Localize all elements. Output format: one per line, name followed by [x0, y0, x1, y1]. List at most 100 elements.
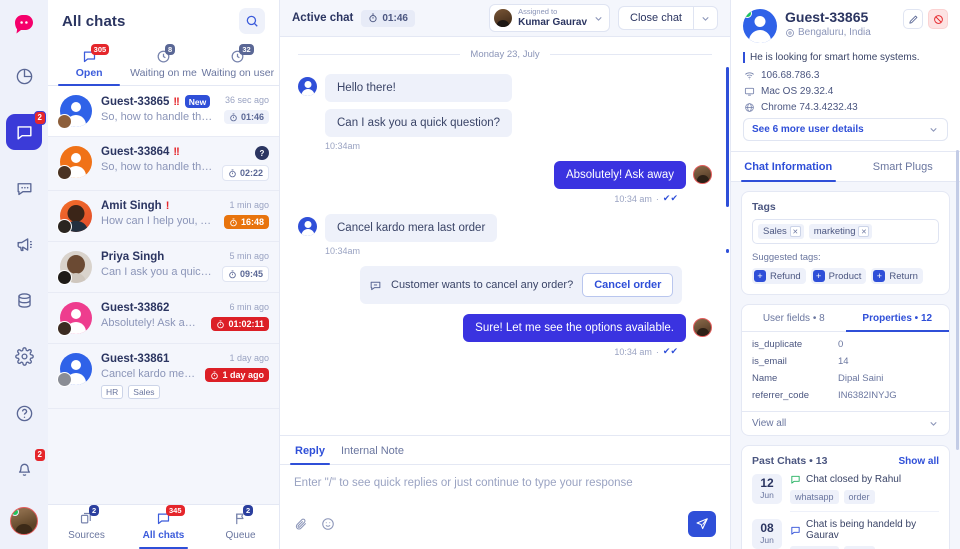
block-visitor-button[interactable]	[928, 9, 948, 29]
list-item-name: Priya Singh	[101, 251, 165, 263]
chat-square-icon: 305	[82, 44, 110, 65]
message-list-scrollbar-secondary[interactable]	[726, 249, 729, 253]
close-chat-button[interactable]: Close chat	[619, 7, 693, 29]
close-chat-dropdown[interactable]	[693, 7, 717, 29]
bot-action-card: Customer wants to cancel any order? Canc…	[360, 266, 683, 304]
sidebar-item-chats[interactable]: 2	[6, 111, 46, 150]
tab-properties[interactable]: Properties • 12	[845, 305, 950, 332]
chat-list: Guest-33865 !! New So, how to handle tha…	[48, 86, 279, 504]
tab-waiting-on-user[interactable]: 32 Waiting on user	[201, 42, 275, 85]
list-item-meta: ? 02:22	[221, 146, 269, 181]
tab-open[interactable]: 305 Open	[52, 42, 126, 86]
sidebar-item-conversations[interactable]	[6, 170, 42, 206]
message-list: Monday 23, July Hello there! Can I ask y…	[280, 37, 730, 435]
question-circle-icon	[15, 404, 34, 423]
list-item[interactable]: 08 Jun Chat is being handeld by Gaurav w…	[742, 519, 949, 549]
table-row: is_duplicate 0	[752, 339, 939, 350]
see-more-user-details-button[interactable]: See 6 more user details	[743, 118, 948, 141]
tab-queue[interactable]: 2 Queue	[202, 505, 279, 549]
block-icon	[933, 14, 944, 25]
tag-label: marketing	[813, 226, 856, 237]
online-status-dot	[11, 508, 19, 516]
message-bubble: Absolutely! Ask away	[553, 161, 686, 189]
tab-sources[interactable]: 2 Sources	[48, 505, 125, 549]
sidebar-item-help[interactable]	[6, 395, 42, 431]
tab-waiting-on-me[interactable]: 8 Waiting on me	[126, 42, 200, 85]
tab-reply[interactable]: Reply	[290, 436, 330, 465]
assigned-to-dropdown[interactable]: Assigned to Kumar Gaurav	[489, 3, 611, 33]
visitor-ip-value: 106.68.786.3	[761, 70, 820, 81]
chat-list-panel: All chats 305 Open 8 Waiting on me 32 Wa…	[48, 0, 280, 549]
view-all-properties-button[interactable]: View all	[742, 411, 949, 435]
tab-queue-label: Queue	[225, 530, 256, 541]
details-panel-scrollbar[interactable]	[956, 150, 959, 450]
tab-user-fields[interactable]: User fields • 8	[742, 305, 846, 331]
avatar	[57, 251, 92, 285]
suggested-tag-product[interactable]: + Product	[810, 268, 867, 284]
tab-chat-information[interactable]: Chat Information	[731, 152, 846, 182]
past-chat-tags: whatsapp order	[790, 490, 939, 504]
list-item[interactable]: Guest-33864 !! So, how to handle tha… ? …	[48, 137, 279, 191]
message-input[interactable]: Enter "/" to see quick replies or just c…	[280, 465, 730, 507]
clock-icon: 32	[230, 44, 254, 65]
sidebar-item-data[interactable]	[6, 282, 42, 318]
paperclip-icon[interactable]	[294, 517, 308, 531]
sidebar-item-notifications[interactable]: 2	[6, 448, 46, 487]
list-item-preview: Cancel kardo mera last order	[101, 368, 196, 380]
agent-mini-avatar	[57, 219, 72, 234]
notifications-badge: 2	[33, 448, 46, 462]
tab-all-chats[interactable]: 345 All chats	[125, 505, 202, 549]
smiley-icon[interactable]	[321, 517, 335, 531]
show-all-past-chats-button[interactable]: Show all	[898, 456, 939, 467]
message-incoming: Cancel kardo mera last order	[298, 214, 712, 242]
tab-internal-note[interactable]: Internal Note	[340, 436, 405, 464]
database-icon	[15, 291, 34, 310]
list-item[interactable]: Guest-33861 Cancel kardo mera last order…	[48, 344, 279, 409]
tags-input[interactable]: Sales ✕ marketing ✕	[752, 219, 939, 244]
past-chat-body: Chat closed by Rahul whatsapp order	[790, 474, 939, 512]
list-item[interactable]: Priya Singh Can I ask you a quick que… 5…	[48, 242, 279, 293]
visitor-location-text: Bengaluru, India	[798, 27, 871, 38]
avatar	[57, 146, 92, 180]
tab-smart-plugs[interactable]: Smart Plugs	[846, 152, 960, 181]
property-value: 14	[838, 356, 849, 367]
list-item[interactable]: Amit Singh ! How can I help you, Amit? 1…	[48, 191, 279, 242]
close-icon[interactable]: ✕	[858, 226, 870, 237]
past-chats-card: Past Chats • 13 Show all 12 Jun Chat clo	[741, 445, 950, 549]
tag-chip-sales: Sales ✕	[758, 224, 804, 239]
visitor-note: He is looking for smart home systems.	[743, 52, 948, 63]
agent-mini-avatar	[57, 165, 72, 180]
list-item[interactable]: Guest-33862 Absolutely! Ask away 6 min a…	[48, 293, 279, 344]
priority-icon: !!	[173, 146, 179, 158]
visitor-browser-value: Chrome 74.3.4232.43	[761, 102, 858, 113]
list-item[interactable]: 12 Jun Chat closed by Rahul whatsapp ord…	[742, 474, 949, 519]
flag-icon: 2	[233, 505, 254, 527]
avatar	[57, 353, 92, 387]
suggested-tag-return[interactable]: + Return	[871, 268, 923, 284]
edit-profile-button[interactable]	[903, 9, 923, 29]
assignee-text: Assigned to Kumar Gaurav	[518, 7, 587, 28]
close-icon[interactable]: ✕	[789, 226, 801, 237]
stopwatch-icon	[228, 169, 237, 178]
stopwatch-icon	[228, 270, 237, 279]
conversation-panel: Active chat 01:46 Assigned to Kumar Gaur…	[280, 0, 731, 549]
past-chat-day: 08	[760, 521, 774, 535]
user-avatar[interactable]	[10, 507, 38, 535]
message-list-scrollbar[interactable]	[726, 67, 729, 207]
list-item-body: Guest-33861 Cancel kardo mera last order…	[101, 353, 196, 399]
sidebar-item-settings[interactable]	[6, 338, 42, 374]
sidebar-item-analytics[interactable]	[6, 58, 42, 94]
agent-mini-avatar	[57, 372, 72, 387]
tag-label: Sales	[763, 226, 787, 237]
bot-action-text: Customer wants to cancel any order?	[391, 279, 574, 291]
past-chat-month: Jun	[760, 535, 774, 546]
sidebar-item-campaigns[interactable]	[6, 226, 42, 262]
search-button[interactable]	[239, 8, 265, 34]
plus-icon: +	[812, 270, 825, 282]
tag-chip: whatsapp	[790, 490, 839, 504]
list-item-time: 36 sec ago	[224, 95, 269, 105]
suggested-tag-refund[interactable]: + Refund	[752, 268, 806, 284]
cancel-order-button[interactable]: Cancel order	[582, 273, 674, 297]
send-button[interactable]	[688, 511, 716, 537]
list-item[interactable]: Guest-33865 !! New So, how to handle tha…	[48, 86, 279, 137]
